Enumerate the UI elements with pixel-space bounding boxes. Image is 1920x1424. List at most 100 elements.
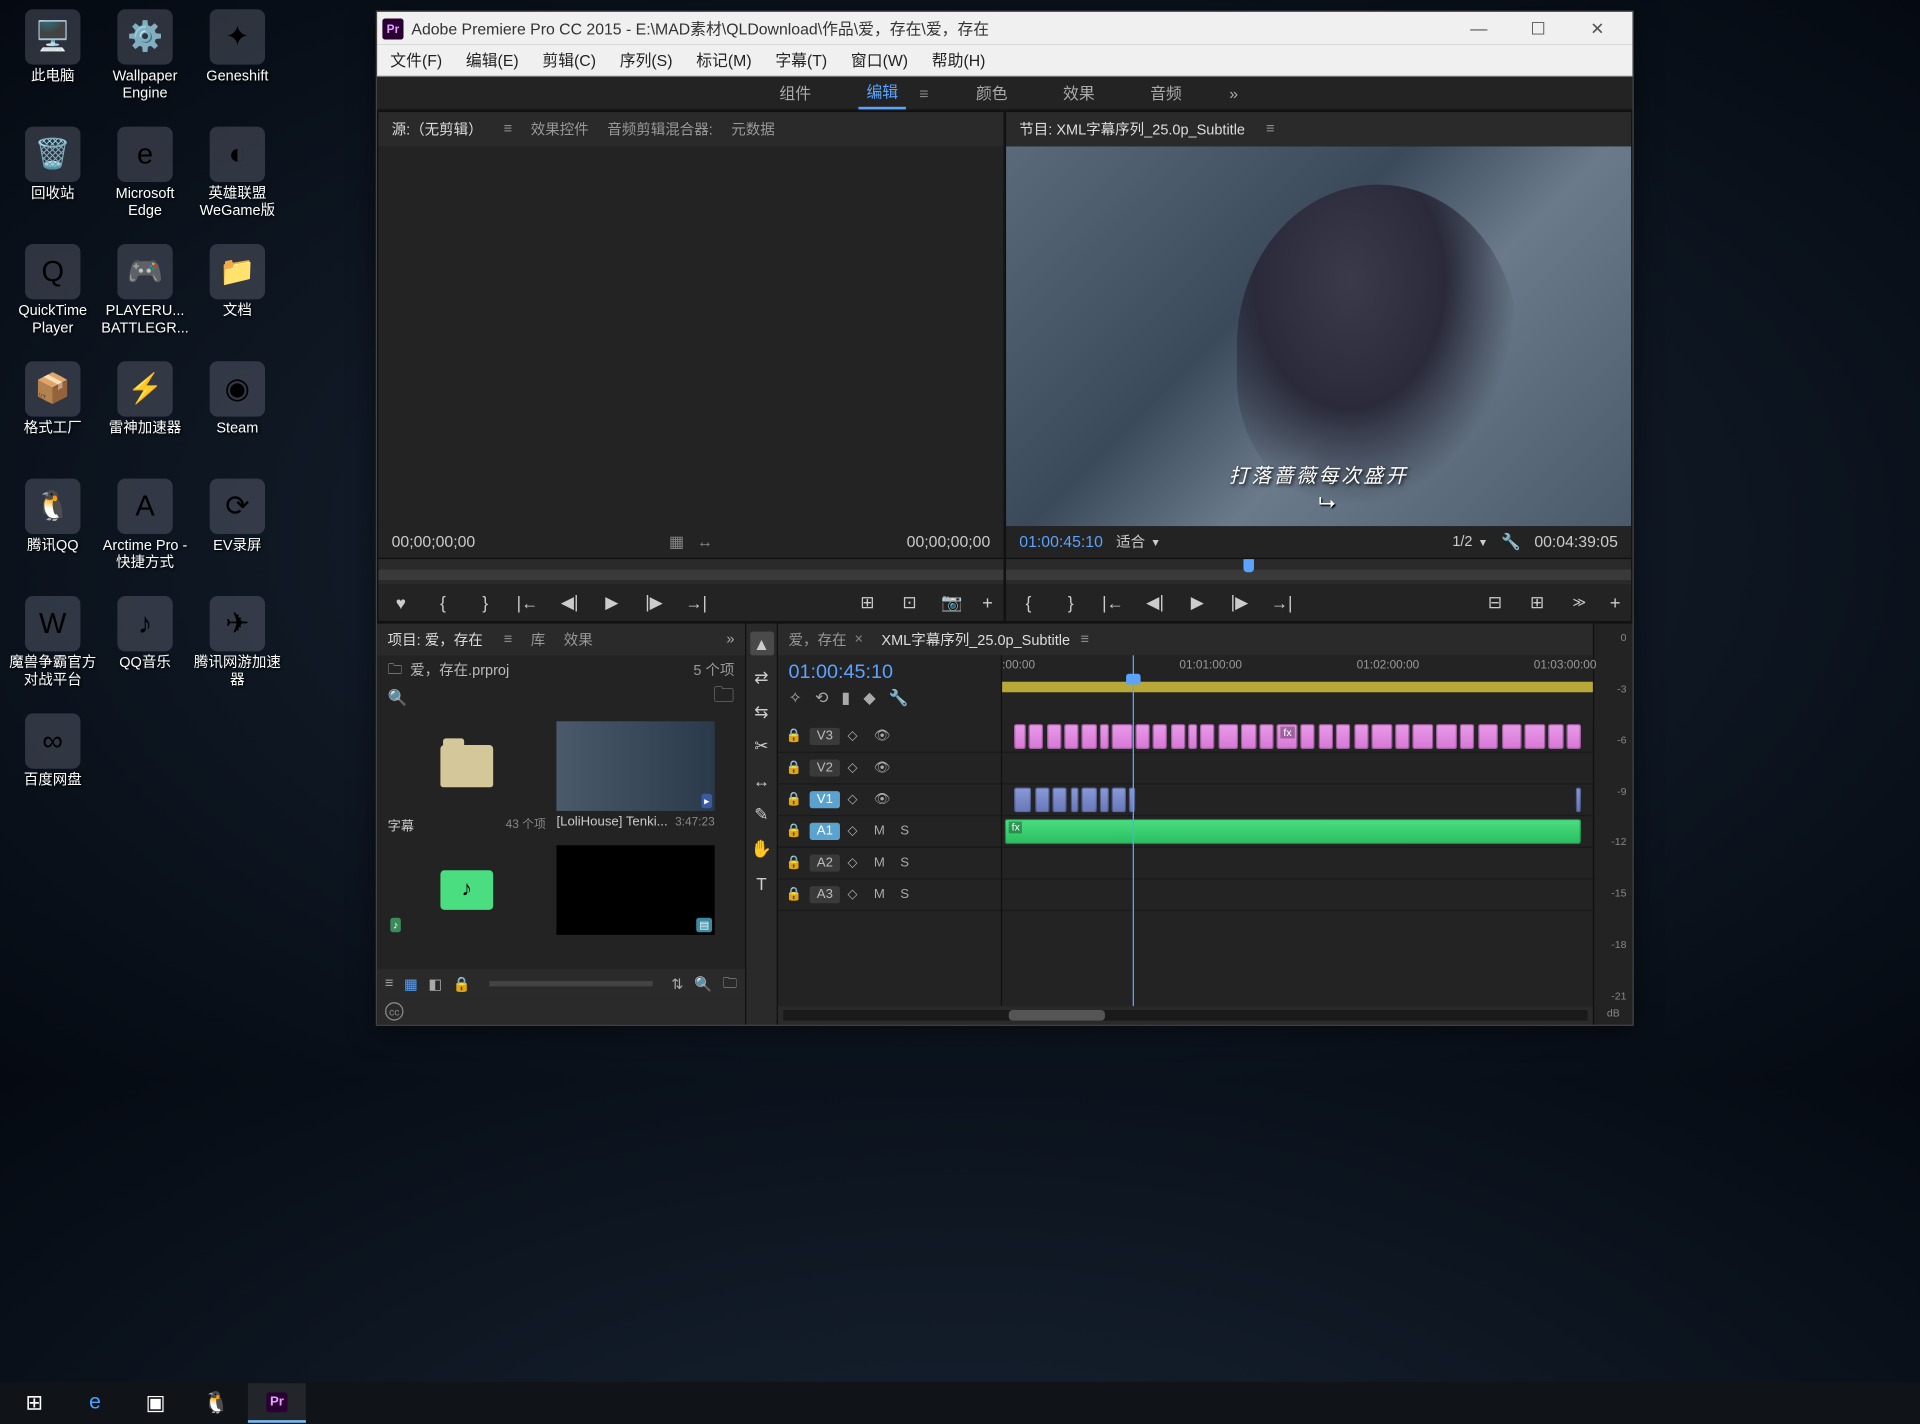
track-toggle[interactable]: 👁 (874, 729, 892, 744)
video-clip[interactable] (1336, 724, 1351, 749)
menu-item[interactable]: 字幕(T) (770, 46, 832, 74)
taskbar-qq[interactable]: 🐧 (187, 1383, 245, 1423)
tool-button[interactable]: ✎ (750, 803, 774, 827)
video-clip[interactable] (1082, 724, 1097, 749)
track-header[interactable]: 🔒A1◇MS (778, 816, 1001, 848)
video-clip[interactable] (1035, 787, 1050, 812)
video-clip[interactable] (1014, 724, 1026, 749)
video-clip[interactable] (1575, 787, 1581, 812)
track-toggle[interactable]: ◇ (847, 729, 865, 744)
tool-button[interactable]: ✋ (750, 837, 774, 861)
project-item[interactable]: ▸[LoliHouse] Tenki...3:47:23 (556, 721, 714, 834)
track-row[interactable] (1002, 753, 1593, 785)
track-toggle[interactable]: ◇ (847, 824, 865, 839)
track-label[interactable]: V1 (810, 791, 839, 808)
step-back-button[interactable]: ◀| (558, 592, 582, 613)
project-breadcrumb[interactable]: 爱，存在.prproj (410, 659, 509, 680)
audio-clip[interactable]: fx (1005, 819, 1581, 844)
track-toggle[interactable]: M (874, 856, 892, 871)
project-tab[interactable]: 项目: 爱，存在 (388, 629, 483, 650)
track-label[interactable]: V2 (810, 760, 839, 777)
source-panel-tab[interactable]: 音频剪辑混合器: (607, 119, 713, 140)
mark-in-button[interactable]: { (1017, 593, 1041, 613)
lift-button[interactable]: ⊟ (1483, 592, 1507, 613)
video-clip[interactable] (1188, 724, 1197, 749)
video-clip[interactable] (1549, 724, 1564, 749)
source-panel-tab[interactable]: 效果控件 (531, 119, 589, 140)
timeline-work-area[interactable] (1002, 682, 1593, 693)
export-frame-button[interactable]: 📷 (940, 592, 964, 613)
panel-menu-icon[interactable]: ≡ (504, 121, 512, 137)
video-clip[interactable] (1354, 724, 1369, 749)
sequence-tab[interactable]: XML字幕序列_25.0p_Subtitle≡ (881, 629, 1089, 650)
go-to-in-button[interactable]: |← (1101, 593, 1125, 613)
cc-icon[interactable]: cc (385, 1002, 403, 1020)
track-toggle[interactable]: ◇ (847, 856, 865, 871)
video-clip[interactable] (1413, 724, 1434, 749)
desktop-icon[interactable]: 📁文档 (191, 241, 283, 353)
source-monitor[interactable] (378, 146, 1003, 526)
desktop-icon[interactable]: ⟳EV录屏 (191, 476, 283, 588)
go-to-out-button[interactable]: →| (684, 593, 708, 613)
project-tab[interactable]: 库 (531, 629, 546, 650)
track-toggle[interactable]: ◇ (847, 792, 865, 807)
video-clip[interactable] (1259, 724, 1274, 749)
timeline-scrollbar[interactable] (778, 1006, 1593, 1024)
workspace-tab[interactable]: 音频 (1142, 78, 1189, 108)
video-clip[interactable] (1395, 724, 1410, 749)
desktop-icon[interactable]: AArctime Pro - 快捷方式 (99, 476, 191, 588)
track-row[interactable] (1002, 880, 1593, 912)
video-clip[interactable] (1218, 724, 1239, 749)
button-editor-button[interactable]: + (1610, 592, 1621, 613)
menu-item[interactable]: 文件(F) (385, 46, 447, 74)
track-row[interactable]: fx (1002, 721, 1593, 753)
tool-button[interactable]: ⇄ (750, 666, 774, 690)
snap-icon[interactable]: ✧ (789, 688, 802, 706)
program-zoom-fit[interactable]: 适合▼ (1116, 531, 1161, 552)
desktop-icon[interactable]: 🎮PLAYERU... BATTLEGR... (99, 241, 191, 353)
video-clip[interactable] (1460, 724, 1475, 749)
timeline-ruler[interactable]: :00:0001:01:00:0001:02:00:0001:03:00:00 (1002, 655, 1593, 679)
track-label[interactable]: A3 (810, 886, 839, 903)
mark-out-button[interactable]: } (1059, 593, 1083, 613)
go-to-in-button[interactable]: |← (516, 593, 540, 613)
video-clip[interactable] (1029, 724, 1044, 749)
desktop-icon[interactable]: ◉Steam (191, 359, 283, 471)
project-item[interactable]: 字幕43 个项 (388, 721, 546, 834)
title-bar[interactable]: Pr Adobe Premiere Pro CC 2015 - E:\MAD素材… (377, 12, 1632, 45)
menu-item[interactable]: 帮助(H) (927, 46, 991, 74)
video-clip[interactable] (1566, 724, 1581, 749)
folder-icon[interactable]: 🗀 (388, 657, 403, 682)
mark-out-button[interactable]: } (473, 593, 497, 613)
video-clip[interactable] (1200, 724, 1215, 749)
menu-item[interactable]: 编辑(E) (461, 46, 524, 74)
desktop-icon[interactable]: ◐英雄联盟WeGame版 (191, 124, 283, 236)
step-forward-button[interactable]: |▶ (642, 592, 666, 613)
start-button[interactable]: ⊞ (5, 1383, 63, 1423)
source-scrub-bar[interactable] (378, 558, 1003, 584)
source-panel-tab[interactable]: 源:（无剪辑） (392, 119, 483, 140)
tool-button[interactable]: ↔ (750, 769, 774, 793)
video-clip[interactable] (1436, 724, 1457, 749)
lock-icon[interactable]: 🔒 (786, 729, 802, 744)
desktop-icon[interactable]: ♪QQ音乐 (99, 593, 191, 705)
add-marker-button[interactable]: ♥ (389, 593, 413, 613)
tool-button[interactable]: ⇆ (750, 700, 774, 724)
desktop-icon[interactable]: ✦Geneshift (191, 7, 283, 119)
lock-icon[interactable]: 🔒 (786, 761, 802, 776)
freeform-view-icon[interactable]: ◧ (428, 975, 442, 992)
track-header[interactable]: 🔒A2◇MS (778, 848, 1001, 880)
more-transport-button[interactable]: ≫ (1568, 595, 1592, 610)
workspace-tab[interactable]: 组件 (772, 78, 819, 108)
track-toggle[interactable]: M (874, 824, 892, 839)
source-format-icon-1[interactable]: ▦ (669, 533, 684, 551)
video-clip[interactable] (1100, 724, 1109, 749)
desktop-icon[interactable]: 🖥️此电脑 (7, 7, 99, 119)
track-label[interactable]: V3 (810, 728, 839, 745)
tool-button[interactable]: ✂ (750, 734, 774, 758)
track-header[interactable]: 🔒 V3 ◇ 👁 (778, 721, 1001, 753)
close-button[interactable]: ✕ (1568, 12, 1627, 45)
lock-icon[interactable]: 🔒 (786, 887, 802, 902)
program-tab[interactable]: 节目: XML字幕序列_25.0p_Subtitle (1019, 119, 1245, 140)
maximize-button[interactable]: ☐ (1508, 12, 1567, 45)
